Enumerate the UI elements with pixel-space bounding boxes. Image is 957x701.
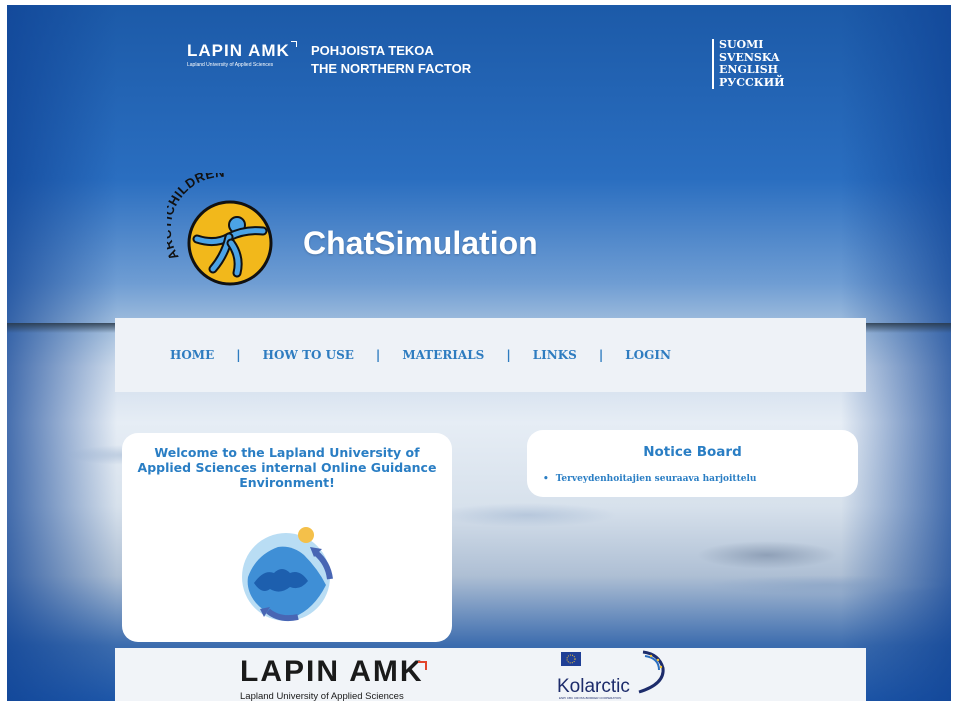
logo-corner-mark — [418, 661, 427, 670]
logo-corner-mark — [291, 41, 297, 47]
nav-home[interactable]: HOME — [170, 348, 214, 362]
nav-separator: | — [506, 348, 511, 362]
lapin-amk-footer-subtitle: Lapland University of Applied Sciences — [240, 691, 404, 701]
site-title: ChatSimulation — [303, 225, 538, 261]
nav-links[interactable]: LINKS — [533, 348, 577, 362]
lapin-amk-logo-word: LAPIN AMK — [187, 41, 290, 60]
tagline-line-1: POHJOISTA TEKOA — [311, 43, 434, 58]
bullet-icon: • — [543, 474, 549, 484]
main-navigation: HOME | HOW TO USE | MATERIALS | LINKS | … — [115, 318, 866, 392]
welcome-panel: Welcome to the Lapland University of App… — [122, 433, 452, 642]
nav-separator: | — [598, 348, 604, 362]
language-selector: SUOMI SVENSKA ENGLISH РУССКИЙ — [712, 38, 785, 90]
lapin-amk-logo-subtitle: Lapland University of Applied Sciences — [187, 62, 274, 68]
globe-map-icon — [242, 527, 333, 622]
nav-separator: | — [236, 348, 241, 362]
tagline-line-2: THE NORTHERN FACTOR — [311, 61, 472, 76]
language-english[interactable]: ENGLISH — [719, 63, 785, 77]
arcticchildren-logo[interactable]: ARCTICHILDREN — [167, 173, 285, 291]
nav-materials[interactable]: MATERIALS — [402, 348, 484, 362]
nav-how-to-use[interactable]: HOW TO USE — [263, 348, 354, 362]
kolarctic-subtitle: ENPI CBC CROSS-BORDER COOPERATION — [559, 696, 621, 700]
notice-board-panel: Notice Board • Terveydenhoitajien seuraav… — [527, 430, 858, 497]
notice-board-item[interactable]: • Terveydenhoitajien seuraava harjoittelu — [543, 474, 858, 484]
kolarctic-logo[interactable]: Kolarctic ENPI CBC CROSS-BORDER COOPERAT… — [555, 648, 685, 701]
notice-board-title: Notice Board — [643, 444, 742, 460]
lapin-amk-footer-logo[interactable]: LAPIN AMK Lapland University of Applied … — [240, 655, 427, 701]
welcome-title: Welcome to the Lapland University of App… — [137, 445, 437, 490]
nav-login[interactable]: LOGIN — [625, 348, 671, 362]
notice-item-text: Terveydenhoitajien seuraava harjoittelu — [555, 474, 757, 484]
main-container: LAPIN AMK Lapland University of Applied … — [115, 5, 866, 701]
kolarctic-word: Kolarctic — [557, 676, 630, 697]
language-russian[interactable]: РУССКИЙ — [719, 76, 785, 90]
nav-separator: | — [375, 348, 381, 362]
lapin-amk-footer-word: LAPIN AMK — [240, 655, 424, 688]
lapin-amk-header-logo[interactable]: LAPIN AMK Lapland University of Applied … — [187, 41, 297, 68]
language-finnish[interactable]: SUOMI — [719, 38, 785, 52]
footer: LAPIN AMK Lapland University of Applied … — [115, 648, 866, 701]
header-tagline: POHJOISTA TEKOA THE NORTHERN FACTOR — [311, 42, 471, 78]
page-background: LAPIN AMK Lapland University of Applied … — [7, 5, 951, 701]
